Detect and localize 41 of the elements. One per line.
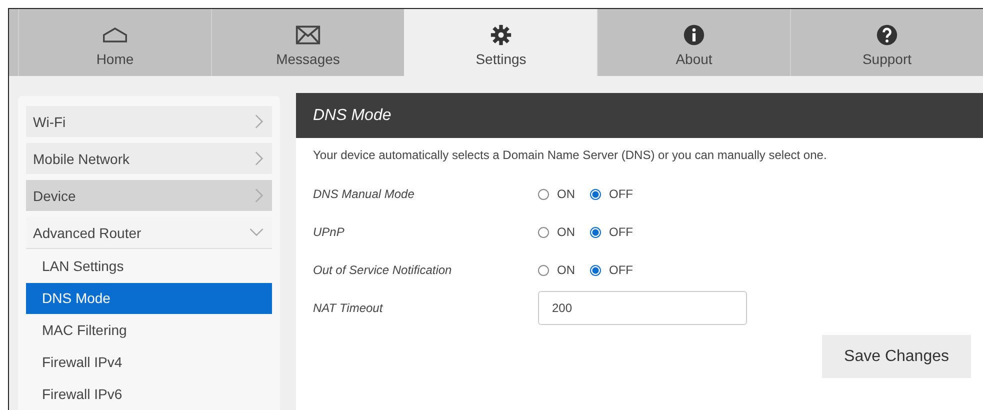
nav-tab[interactable]: About: [597, 9, 790, 76]
option-label: ON: [557, 187, 575, 201]
radio-button[interactable]: [538, 226, 549, 238]
setting-label: NAT Timeout: [313, 301, 384, 315]
option-label: ON: [557, 263, 575, 277]
description-text: Your device automatically selects a Domain Name Server (DNS) or you can manually select one.: [313, 148, 828, 162]
option-label: OFF: [609, 187, 633, 201]
tab-label: About: [676, 51, 712, 67]
setting-label: UPnP: [313, 225, 346, 239]
nav-tab[interactable]: Home: [18, 9, 211, 76]
sidebar-item[interactable]: Device: [26, 180, 272, 211]
option-label: ON: [557, 225, 575, 239]
setting-label: DNS Manual Mode: [313, 187, 416, 201]
envelope-icon: [295, 24, 321, 46]
settings-icon: [488, 24, 514, 46]
sidebar-item[interactable]: Mobile Network: [26, 143, 272, 174]
nav-tab[interactable]: Settings: [404, 9, 597, 76]
sidebar-subitem[interactable]: DNS Mode: [26, 283, 272, 314]
info-icon: [681, 24, 707, 46]
option-label: OFF: [609, 263, 633, 277]
save-button[interactable]: Save Changes: [822, 335, 971, 378]
radio-button[interactable]: [538, 264, 549, 276]
sidebar-subitem[interactable]: LAN Settings: [26, 251, 272, 282]
tab-label: Settings: [476, 51, 526, 67]
setting-label: Out of Service Notification: [313, 263, 453, 277]
radio-button[interactable]: [590, 188, 601, 200]
nav-tab[interactable]: Support: [790, 9, 983, 76]
tab-label: Support: [862, 51, 912, 67]
sidebar-subitem[interactable]: Firewall IPv6: [26, 379, 272, 410]
radio-button[interactable]: [590, 226, 601, 238]
panel-header: DNS Mode: [296, 93, 983, 138]
tab-label: Home: [96, 51, 134, 67]
input-field[interactable]: 200: [538, 291, 747, 325]
radio-button[interactable]: [590, 264, 601, 276]
sidebar-subitem[interactable]: Firewall IPv4: [26, 347, 272, 378]
sidebar-subitem[interactable]: MAC Filtering: [26, 315, 272, 346]
tab-label: Messages: [276, 51, 340, 67]
help-icon: [874, 24, 900, 46]
sidebar-item[interactable]: Wi-Fi: [26, 106, 272, 137]
radio-button[interactable]: [538, 188, 549, 200]
option-label: OFF: [609, 225, 633, 239]
